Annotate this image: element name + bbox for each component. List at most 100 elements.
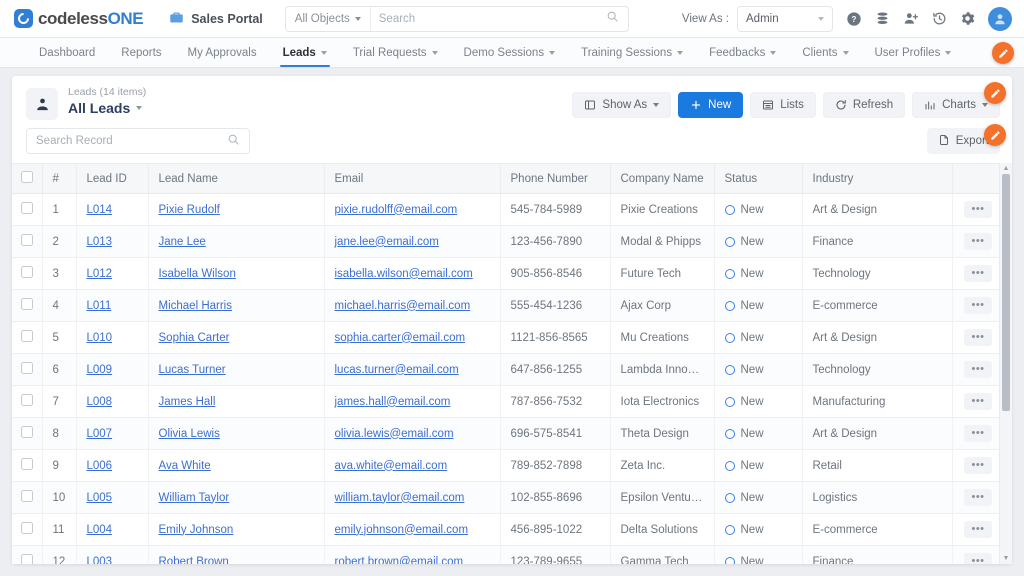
cell-actions[interactable]: ••• bbox=[952, 385, 999, 418]
nav-item-my-approvals[interactable]: My Approvals bbox=[175, 38, 270, 67]
row-select-cell[interactable] bbox=[12, 289, 43, 322]
cell-lead-name[interactable]: Jane Lee bbox=[148, 225, 325, 258]
lead-id-link[interactable]: L005 bbox=[87, 492, 113, 504]
row-checkbox[interactable] bbox=[20, 202, 33, 214]
row-actions-button[interactable]: ••• bbox=[964, 393, 992, 410]
cell-actions[interactable]: ••• bbox=[952, 513, 999, 546]
row-checkbox[interactable] bbox=[20, 522, 33, 534]
row-actions-button[interactable]: ••• bbox=[964, 553, 992, 564]
cell-email[interactable]: ava.white@email.com bbox=[324, 449, 501, 482]
table-row[interactable]: 6 L009 Lucas Turner lucas.turner@email.com 6… bbox=[12, 353, 999, 386]
cell-lead-id[interactable]: L004 bbox=[76, 513, 149, 546]
lead-id-link[interactable]: L013 bbox=[87, 236, 113, 248]
col-status[interactable]: Status bbox=[714, 163, 803, 194]
row-actions-button[interactable]: ••• bbox=[964, 521, 992, 538]
row-actions-button[interactable]: ••• bbox=[964, 489, 992, 506]
row-select-cell[interactable] bbox=[12, 225, 43, 258]
table-row[interactable]: 10 L005 William Taylor william.taylor@email… bbox=[12, 481, 999, 514]
row-select-cell[interactable] bbox=[12, 513, 43, 546]
col-lead-id[interactable]: Lead ID bbox=[76, 163, 149, 194]
col-lead-name[interactable]: Lead Name bbox=[148, 163, 325, 194]
row-select-cell[interactable] bbox=[12, 449, 43, 482]
lead-name-link[interactable]: Sophia Carter bbox=[159, 332, 230, 344]
cell-lead-id[interactable]: L013 bbox=[76, 225, 149, 258]
nav-item-trial-requests[interactable]: Trial Requests bbox=[340, 38, 451, 67]
table-row[interactable]: 8 L007 Olivia Lewis olivia.lewis@email.com 6… bbox=[12, 417, 999, 450]
nav-item-dashboard[interactable]: Dashboard bbox=[26, 38, 108, 67]
cell-email[interactable]: sophia.carter@email.com bbox=[324, 321, 501, 354]
row-checkbox[interactable] bbox=[20, 266, 33, 278]
row-checkbox[interactable] bbox=[20, 426, 33, 438]
cell-actions[interactable]: ••• bbox=[952, 225, 999, 258]
email-link[interactable]: olivia.lewis@email.com bbox=[335, 428, 454, 440]
table-row[interactable]: 5 L010 Sophia Carter sophia.carter@email.co… bbox=[12, 321, 999, 354]
lists-button[interactable]: Lists bbox=[750, 92, 816, 118]
nav-item-training-sessions[interactable]: Training Sessions bbox=[568, 38, 696, 67]
cell-lead-name[interactable]: James Hall bbox=[148, 385, 325, 418]
global-search-input[interactable] bbox=[370, 12, 606, 25]
lead-name-link[interactable]: William Taylor bbox=[159, 492, 230, 504]
cell-lead-name[interactable]: Emily Johnson bbox=[148, 513, 325, 546]
select-all-header[interactable] bbox=[12, 163, 43, 194]
col-index[interactable]: # bbox=[42, 163, 77, 194]
row-actions-button[interactable]: ••• bbox=[964, 201, 992, 218]
lead-name-link[interactable]: Robert Brown bbox=[159, 556, 229, 565]
row-select-cell[interactable] bbox=[12, 193, 43, 226]
cell-lead-name[interactable]: Sophia Carter bbox=[148, 321, 325, 354]
table-row[interactable]: 11 L004 Emily Johnson emily.johnson@email.c… bbox=[12, 513, 999, 546]
cell-lead-id[interactable]: L003 bbox=[76, 545, 149, 565]
lead-id-link[interactable]: L014 bbox=[87, 204, 113, 216]
lead-name-link[interactable]: Olivia Lewis bbox=[159, 428, 220, 440]
cell-lead-name[interactable]: Lucas Turner bbox=[148, 353, 325, 386]
row-checkbox[interactable] bbox=[20, 362, 33, 374]
table-row[interactable]: 4 L011 Michael Harris michael.harris@email.… bbox=[12, 289, 999, 322]
scroll-up-arrow[interactable]: ▲ bbox=[1003, 165, 1010, 172]
cell-email[interactable]: pixie.rudolff@email.com bbox=[324, 193, 501, 226]
email-link[interactable]: william.taylor@email.com bbox=[335, 492, 465, 504]
cell-email[interactable]: isabella.wilson@email.com bbox=[324, 257, 501, 290]
row-select-cell[interactable] bbox=[12, 353, 43, 386]
row-select-cell[interactable] bbox=[12, 545, 43, 564]
table-row[interactable]: 1 L014 Pixie Rudolf pixie.rudolff@email.com… bbox=[12, 193, 999, 226]
show-as-button[interactable]: Show As bbox=[572, 92, 672, 118]
lead-name-link[interactable]: Emily Johnson bbox=[159, 524, 234, 536]
cell-email[interactable]: lucas.turner@email.com bbox=[324, 353, 501, 386]
lead-id-link[interactable]: L006 bbox=[87, 460, 113, 472]
refresh-button[interactable]: Refresh bbox=[822, 92, 906, 118]
scrollbar-track[interactable] bbox=[1000, 172, 1012, 555]
row-actions-button[interactable]: ••• bbox=[964, 425, 992, 442]
select-all-checkbox[interactable] bbox=[20, 171, 33, 183]
cell-actions[interactable]: ••• bbox=[952, 449, 999, 482]
row-actions-button[interactable]: ••• bbox=[964, 329, 992, 346]
row-select-cell[interactable] bbox=[12, 257, 43, 290]
cell-email[interactable]: robert.brown@email.com bbox=[324, 545, 501, 564]
lead-id-link[interactable]: L003 bbox=[87, 556, 113, 565]
row-select-cell[interactable] bbox=[12, 385, 43, 418]
cell-email[interactable]: michael.harris@email.com bbox=[324, 289, 501, 322]
edit-toolbar-button[interactable] bbox=[984, 82, 1006, 104]
scrollbar-thumb[interactable] bbox=[1002, 174, 1010, 412]
cell-lead-id[interactable]: L006 bbox=[76, 449, 149, 482]
row-actions-button[interactable]: ••• bbox=[964, 457, 992, 474]
cell-actions[interactable]: ••• bbox=[952, 481, 999, 514]
cell-actions[interactable]: ••• bbox=[952, 289, 999, 322]
lead-name-link[interactable]: Ava White bbox=[159, 460, 211, 472]
edit-export-button[interactable] bbox=[984, 124, 1006, 146]
lead-id-link[interactable]: L012 bbox=[87, 268, 113, 280]
table-row[interactable]: 7 L008 James Hall james.hall@email.com 787-8… bbox=[12, 385, 999, 418]
database-icon[interactable] bbox=[875, 11, 890, 26]
cell-lead-name[interactable]: Pixie Rudolf bbox=[148, 193, 325, 226]
email-link[interactable]: ava.white@email.com bbox=[335, 460, 448, 472]
col-phone[interactable]: Phone Number bbox=[500, 163, 611, 194]
nav-item-user-profiles[interactable]: User Profiles bbox=[862, 38, 965, 67]
row-checkbox[interactable] bbox=[20, 490, 33, 502]
email-link[interactable]: pixie.rudolff@email.com bbox=[335, 204, 458, 216]
cell-actions[interactable]: ••• bbox=[952, 353, 999, 386]
row-select-cell[interactable] bbox=[12, 481, 43, 514]
row-checkbox[interactable] bbox=[20, 458, 33, 470]
email-link[interactable]: lucas.turner@email.com bbox=[335, 364, 459, 376]
cell-lead-id[interactable]: L010 bbox=[76, 321, 149, 354]
new-record-button[interactable]: New bbox=[678, 92, 744, 118]
cell-email[interactable]: james.hall@email.com bbox=[324, 385, 501, 418]
cell-lead-id[interactable]: L012 bbox=[76, 257, 149, 290]
